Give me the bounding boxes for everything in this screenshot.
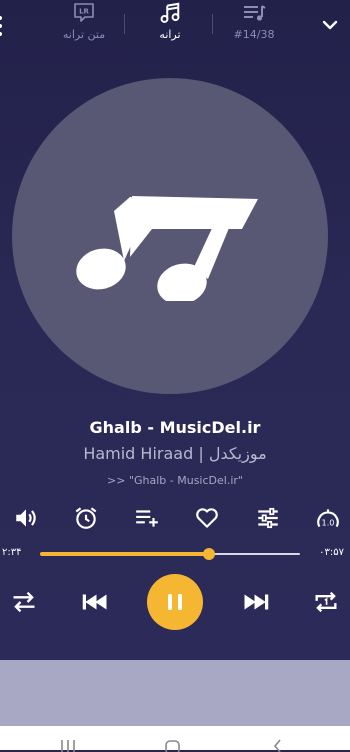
action-row: 1.0 — [12, 504, 342, 532]
menu-icon[interactable] — [0, 16, 4, 36]
lyrics-icon: LR — [74, 3, 94, 22]
next-button[interactable] — [240, 588, 274, 616]
track-source: >> "Ghalb - MusicDel.ir" — [107, 474, 243, 487]
elapsed-time: ۰۳:۵۷ — [319, 547, 344, 558]
track-artist: Hamid Hiraad | موزیکدل — [83, 444, 267, 463]
sleep-timer-button[interactable] — [72, 504, 100, 532]
top-bar: LR متن ترانه ترانه #14/38 — [0, 0, 350, 52]
album-art — [12, 78, 328, 394]
tab-lyrics[interactable]: LR متن ترانه — [58, 2, 110, 42]
playlist-add-icon — [135, 510, 158, 527]
music-note-icon — [160, 2, 180, 23]
alarm-icon — [75, 507, 97, 529]
divider — [212, 14, 213, 34]
remaining-time: ۲:۳۴ — [2, 547, 22, 558]
equalizer-icon — [257, 507, 278, 529]
song-label: ترانه — [159, 28, 181, 41]
previous-icon — [82, 594, 106, 610]
add-to-playlist-button[interactable] — [133, 504, 161, 532]
equalizer-button[interactable] — [254, 504, 282, 532]
bottom-panel — [0, 660, 350, 726]
lyrics-badge: LR — [79, 8, 89, 16]
tab-queue[interactable]: #14/38 — [226, 2, 282, 42]
playback-speed-button[interactable]: 1.0 — [314, 504, 342, 532]
tab-song[interactable]: ترانه — [146, 2, 194, 42]
divider — [124, 14, 125, 34]
queue-icon — [244, 5, 266, 21]
repeat-icon — [13, 591, 35, 613]
repeat-one-icon — [315, 591, 337, 613]
speed-icon: 1.0 — [317, 509, 339, 528]
repeat-button[interactable] — [8, 588, 40, 616]
pause-button[interactable] — [147, 574, 203, 630]
favorite-button[interactable] — [193, 504, 221, 532]
player-screen: LR متن ترانه ترانه #14/38 Ghalb - MusicD… — [0, 0, 350, 660]
volume-icon — [16, 509, 36, 527]
lyrics-label: متن ترانه — [62, 28, 106, 41]
system-nav-bar — [0, 726, 350, 752]
track-title: Ghalb - MusicDel.ir — [89, 418, 261, 437]
queue-position: #14/38 — [233, 28, 275, 41]
volume-button[interactable] — [12, 504, 40, 532]
heart-icon — [196, 508, 218, 528]
seek-track[interactable] — [40, 548, 300, 560]
seek-thumb[interactable] — [203, 548, 215, 560]
previous-button[interactable] — [77, 588, 111, 616]
music-note-icon — [76, 196, 258, 301]
seek-progress — [40, 552, 209, 556]
repeat-one-button[interactable] — [310, 588, 342, 616]
speed-value: 1.0 — [322, 518, 335, 528]
transport-controls — [8, 574, 342, 630]
pause-icon — [168, 594, 182, 610]
seek-bar[interactable]: ۲:۳۴ ۰۳:۵۷ — [0, 544, 350, 564]
chevron-down-icon[interactable] — [320, 15, 340, 35]
next-icon — [244, 594, 268, 610]
